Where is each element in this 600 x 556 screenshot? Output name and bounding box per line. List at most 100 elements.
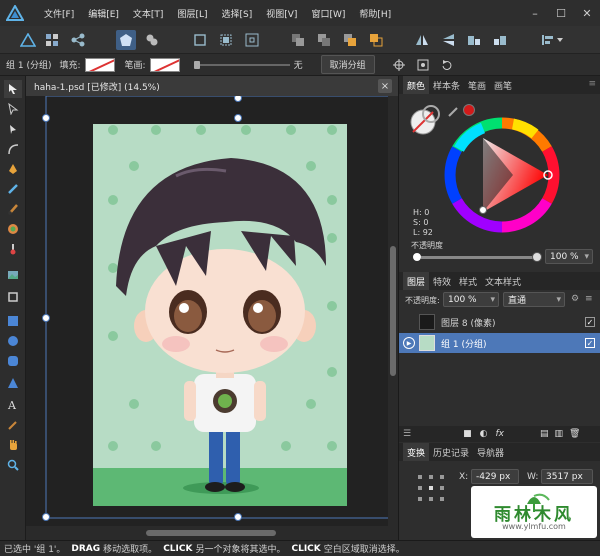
maximize-button[interactable]: ☐ [548, 0, 574, 26]
hand-tool-icon[interactable] [4, 436, 22, 454]
transform-origin-icon[interactable] [391, 57, 407, 73]
assistant-icon[interactable] [142, 30, 162, 50]
blend-mode-dropdown-icon[interactable]: ▾ [556, 295, 561, 305]
ungroup-button[interactable]: 取消分组 [320, 55, 375, 74]
fx-icon[interactable]: fx [495, 429, 504, 439]
text-tool-icon[interactable]: A [4, 396, 22, 414]
close-window-button[interactable]: ✕ [574, 0, 600, 26]
horizontal-scrollbar[interactable] [26, 526, 398, 540]
anchor-grid-icon[interactable] [417, 474, 445, 502]
canvas-area[interactable] [26, 94, 473, 526]
color-picker-icon[interactable] [4, 416, 22, 434]
export-persona-icon[interactable] [68, 30, 88, 50]
point-transform-icon[interactable] [4, 120, 22, 138]
x-field[interactable]: -429 px [471, 469, 519, 484]
vertical-scroll-thumb[interactable] [390, 246, 396, 376]
layer-row[interactable]: 图层 8 (像素) ✓ [399, 312, 600, 332]
stroke-swatch[interactable] [149, 57, 180, 72]
duplicate-layer-icon[interactable]: ▥ [554, 429, 563, 439]
current-color-swatch[interactable] [463, 104, 475, 116]
place-image-icon[interactable] [4, 266, 22, 284]
rounded-rect-tool-icon[interactable] [4, 352, 22, 370]
tab-stroke[interactable]: 笔画 [464, 79, 490, 92]
adjustment-icon[interactable]: ◐ [480, 429, 488, 439]
rotate-origin-icon[interactable] [439, 57, 455, 73]
tab-color[interactable]: 颜色 [403, 76, 430, 94]
menu-file[interactable]: 文件[F] [44, 7, 74, 20]
layer-row-selected[interactable]: ▶ 组 1 (分组) ✓ [399, 333, 600, 353]
layer-visibility-checkbox[interactable]: ✓ [585, 338, 595, 348]
align-dropdown-icon[interactable] [538, 30, 568, 50]
layers-stack-icon[interactable]: ☰ [403, 429, 411, 439]
snapping-icon[interactable] [116, 30, 136, 50]
layer-options-icon[interactable]: ≡ [585, 294, 593, 304]
triangle-tool-icon[interactable] [4, 374, 22, 392]
w-field[interactable]: 3517 px [541, 469, 593, 484]
fill-swatch[interactable] [84, 57, 115, 72]
designer-persona-icon[interactable] [18, 30, 38, 50]
menu-window[interactable]: 窗口[W] [311, 7, 345, 20]
arrange-front-icon[interactable] [366, 30, 386, 50]
menu-layer[interactable]: 图层[L] [177, 7, 207, 20]
blend-mode-select[interactable]: 直通 ▾ [503, 292, 565, 307]
opacity-slider-handle[interactable] [532, 252, 542, 262]
panel-menu-icon[interactable]: ≡ [588, 79, 596, 89]
menu-view[interactable]: 视图[V] [266, 7, 297, 20]
tab-layers[interactable]: 图层 [403, 272, 430, 290]
tab-effects[interactable]: 特效 [429, 275, 455, 288]
horizontal-scroll-thumb[interactable] [146, 530, 276, 536]
corner-tool-icon[interactable] [4, 140, 22, 158]
layer-opacity-dropdown-icon[interactable]: ▾ [490, 295, 495, 305]
expand-group-icon[interactable]: ▶ [403, 337, 415, 349]
minimize-button[interactable]: – [522, 0, 548, 26]
align-outer-icon[interactable] [242, 30, 262, 50]
tab-text-styles[interactable]: 文本样式 [481, 275, 525, 288]
pixel-persona-icon[interactable] [42, 30, 62, 50]
arrange-backward-icon[interactable] [314, 30, 334, 50]
tab-transform[interactable]: 变换 [403, 443, 430, 461]
tab-history[interactable]: 历史记录 [429, 446, 473, 459]
arrange-forward-icon[interactable] [340, 30, 360, 50]
menu-text[interactable]: 文本[T] [133, 7, 164, 20]
opacity-field[interactable]: 100 % ▾ [545, 249, 593, 264]
tab-brushes[interactable]: 画笔 [490, 79, 516, 92]
tab-styles[interactable]: 样式 [455, 275, 481, 288]
flip-vertical-icon[interactable] [438, 30, 458, 50]
crop-tool-icon[interactable] [4, 288, 22, 306]
close-document-button[interactable]: × [378, 79, 392, 93]
slider-handle[interactable] [193, 60, 200, 69]
delete-layer-icon[interactable]: 🗑 [569, 429, 580, 439]
arrange-back-icon[interactable] [288, 30, 308, 50]
menu-select[interactable]: 选择[S] [222, 7, 253, 20]
layer-opacity-field[interactable]: 100 % ▾ [443, 292, 499, 307]
rotate-left-icon[interactable] [464, 30, 484, 50]
document-tab[interactable]: haha-1.psd [已修改] (14.5%) × [26, 76, 398, 96]
align-frame-icon[interactable] [190, 30, 210, 50]
node-tool-icon[interactable] [4, 100, 22, 118]
flip-horizontal-icon[interactable] [412, 30, 432, 50]
menu-edit[interactable]: 编辑[E] [88, 7, 119, 20]
layer-visibility-checkbox[interactable]: ✓ [585, 317, 595, 327]
move-tool-icon[interactable] [4, 80, 22, 98]
pen-tool-icon[interactable] [4, 160, 22, 178]
layer-settings-icon[interactable]: ⚙ [571, 294, 579, 304]
ellipse-tool-icon[interactable] [4, 332, 22, 350]
fill-tool-icon[interactable] [4, 220, 22, 238]
brush-tool-icon[interactable] [4, 200, 22, 218]
tab-swatches[interactable]: 样本条 [429, 79, 464, 92]
vertical-scrollbar[interactable] [388, 96, 398, 526]
hsl-color-wheel[interactable] [443, 116, 561, 234]
opacity-slider[interactable] [413, 252, 542, 262]
opacity-dropdown-icon[interactable]: ▾ [584, 252, 589, 262]
add-layer-icon[interactable]: ▤ [540, 429, 549, 439]
transparency-tool-icon[interactable] [4, 240, 22, 258]
rectangle-tool-icon[interactable] [4, 312, 22, 330]
pencil-tool-icon[interactable] [4, 180, 22, 198]
zoom-tool-icon[interactable] [4, 456, 22, 474]
rotate-right-icon[interactable] [490, 30, 510, 50]
stroke-width-slider[interactable] [193, 60, 290, 69]
align-inner-icon[interactable] [216, 30, 236, 50]
pin-icon[interactable] [415, 57, 431, 73]
menu-help[interactable]: 帮助[H] [359, 7, 391, 20]
tab-navigator[interactable]: 导航器 [473, 446, 508, 459]
